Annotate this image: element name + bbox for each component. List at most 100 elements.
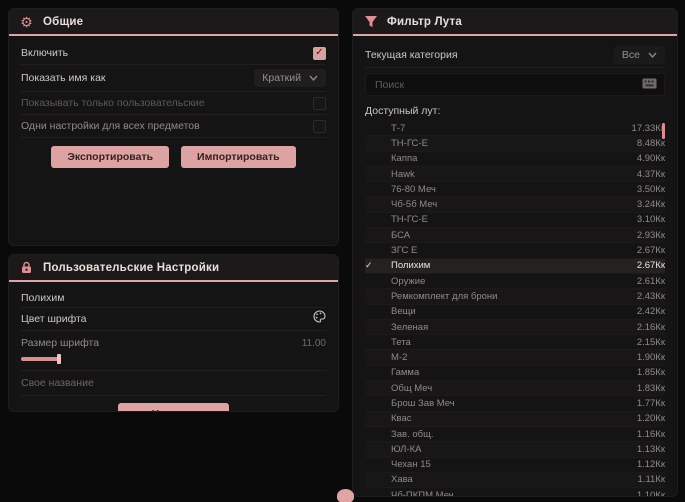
font-size-value: 11.00 — [301, 337, 326, 349]
loot-list-row[interactable]: Ремкомплект для брони 2.43Кк — [365, 289, 665, 305]
keyboard-icon[interactable] — [642, 76, 657, 94]
loot-list-row[interactable]: Зеленая 2.16Кк — [365, 319, 665, 336]
mod-settings-screen: ⚙ Общие Включить ✓ Показать имя как Крат… — [0, 0, 685, 502]
loot-list-row[interactable]: Квас 1.20Кк — [365, 411, 665, 427]
loot-list-row[interactable]: Хава 1.11Кк — [365, 472, 665, 489]
font-size-label: Размер шрифта — [21, 337, 100, 349]
only-custom-checkbox[interactable] — [313, 96, 326, 110]
loot-item-name: 76-80 Меч — [391, 183, 436, 195]
loot-item-name: Полихим — [391, 260, 431, 272]
loot-list-row[interactable]: Брош Зав Меч 1.77Кк — [365, 396, 665, 412]
show-name-dropdown[interactable]: Краткий — [254, 69, 326, 87]
loot-item-name: Ремкомплект для брони — [391, 290, 498, 302]
loot-list-row[interactable]: Общ Меч 1.83Кк — [365, 381, 665, 397]
loot-item-value: 3.10Кк — [636, 214, 665, 226]
loot-list-row[interactable]: ЗГС Е 2.67Кк — [365, 243, 665, 259]
item-name-row: Полихим — [21, 288, 326, 308]
loot-list-row[interactable]: ✓ Полихим 2.67Кк — [365, 258, 665, 274]
available-loot-label: Доступный лут: — [365, 105, 441, 117]
loot-list-row[interactable]: М-2 1.90Кк — [365, 350, 665, 366]
font-size-row: Размер шрифта 11.00 — [21, 331, 326, 371]
loot-list-row[interactable]: Зав. общ. 1.16Кк — [365, 427, 665, 443]
search-input[interactable] — [373, 77, 642, 92]
font-size-slider[interactable] — [21, 354, 326, 364]
loot-item-name: Вещи — [391, 306, 416, 318]
loot-item-value: 1.83Кк — [636, 382, 665, 394]
category-row: Текущая категория Все — [365, 42, 665, 68]
export-button[interactable]: Экспортировать — [51, 146, 170, 168]
loot-item-value: 1.20Кк — [636, 413, 665, 425]
delete-button[interactable]: Удалить — [117, 403, 230, 411]
slider-handle[interactable] — [57, 354, 61, 364]
show-name-value: Краткий — [262, 72, 301, 84]
loot-item-value: 2.42Кк — [636, 306, 665, 318]
only-custom-label: Показывать только пользовательские — [21, 97, 205, 109]
loot-item-name: БСА — [391, 229, 411, 241]
loot-list-row[interactable]: Чб-5б Меч 3.24Кк — [365, 197, 665, 213]
category-value: Все — [621, 48, 640, 61]
enable-row: Включить ✓ — [21, 42, 326, 65]
import-button[interactable]: Импортировать — [181, 146, 296, 168]
loot-list-row[interactable]: БСА 2.93Кк — [365, 228, 665, 244]
palette-icon[interactable] — [313, 310, 326, 328]
category-dropdown[interactable]: Все — [613, 45, 665, 64]
general-panel-header: ⚙ Общие — [9, 9, 338, 36]
loot-item-value: 2.93Кк — [636, 229, 665, 241]
category-label: Текущая категория — [365, 48, 458, 61]
font-color-row: Цвет шрифта — [21, 308, 326, 331]
show-name-row: Показать имя как Краткий — [21, 65, 326, 92]
loot-list-row[interactable]: ЮЛ-КА 1.13Кк — [365, 442, 665, 458]
custom-settings-panel: Пользовательские Настройки Полихим Цвет … — [8, 254, 339, 412]
same-settings-checkbox[interactable] — [313, 119, 326, 133]
loot-item-value: 1.10Кк — [636, 489, 665, 497]
loot-item-value: 2.16Кк — [636, 321, 665, 333]
custom-name-input[interactable] — [21, 371, 326, 395]
enable-checkbox[interactable]: ✓ — [313, 46, 326, 60]
gear-icon: ⚙ — [20, 13, 33, 30]
loot-item-value: 3.50Кк — [636, 183, 665, 195]
loot-item-name: Тета — [391, 336, 411, 348]
loot-list-row[interactable]: ТН-ГС-Е 3.10Кк — [365, 213, 665, 229]
loot-item-value: 1.85Кк — [636, 367, 665, 379]
loot-item-value: 1.11Кк — [637, 474, 665, 486]
loot-item-value: 2.67Кк — [636, 260, 665, 272]
loot-item-name: Оружие — [391, 275, 426, 287]
list-scrollbar-thumb[interactable] — [662, 123, 665, 139]
loot-list-row[interactable]: ТН-ГС-Е 8.48Кк — [365, 136, 665, 152]
custom-name-row — [21, 371, 326, 395]
font-color-label: Цвет шрифта — [21, 313, 87, 325]
loot-list-row[interactable]: Hawk 4.37Кк — [365, 166, 665, 183]
show-name-label: Показать имя как — [21, 72, 106, 84]
selected-item-name: Полихим — [21, 291, 65, 304]
loot-list-row[interactable]: Чехан 15 1.12Кк — [365, 458, 665, 473]
loot-item-name: Зеленая — [391, 321, 429, 333]
loot-item-name: М-2 — [391, 352, 408, 364]
loot-item-name: Каппа — [391, 153, 418, 165]
loot-item-value: 1.16Кк — [636, 428, 665, 440]
chevron-down-icon — [309, 75, 318, 81]
loot-item-name: Т-7 — [391, 122, 406, 134]
loot-item-name: Общ Меч — [391, 382, 433, 394]
loot-list-row[interactable]: Гамма 1.85Кк — [365, 366, 665, 382]
loot-item-name: ТН-ГС-Е — [391, 214, 428, 226]
loot-list-row[interactable]: Т-7 17.33Кк — [365, 121, 665, 137]
loot-item-value: 8.48Кк — [636, 137, 665, 149]
loot-item-value: 1.77Кк — [636, 397, 665, 409]
loot-filter-panel: Фильтр Лута Текущая категория Все Доступ… — [352, 8, 678, 497]
loot-item-value: 4.37Кк — [636, 168, 665, 180]
loot-item-value: 2.67Кк — [636, 245, 665, 257]
loot-item-name: ЗГС Е — [391, 245, 418, 257]
loot-list-row[interactable]: 76-80 Меч 3.50Кк — [365, 182, 665, 198]
general-panel-title: Общие — [43, 15, 84, 28]
loot-list: Т-7 17.33Кк ТН-ГС-Е 8.48Кк Каппа 4.90Кк … — [365, 121, 665, 497]
loot-list-row[interactable]: Оружие 2.61Кк — [365, 274, 665, 290]
loot-item-name: Чехан 15 — [391, 459, 431, 471]
loot-item-value: 1.90Кк — [636, 352, 665, 364]
loot-list-row[interactable]: Тета 2.15Кк — [365, 335, 665, 351]
loot-list-row[interactable]: Каппа 4.90Кк — [365, 152, 665, 167]
funnel-icon — [363, 14, 378, 29]
slider-fill — [21, 357, 59, 361]
loot-list-row[interactable]: Чб-ПКПМ Меч 1.10Кк — [365, 488, 665, 497]
loot-list-row[interactable]: Вещи 2.42Кк — [365, 305, 665, 320]
enable-label: Включить — [21, 47, 69, 59]
